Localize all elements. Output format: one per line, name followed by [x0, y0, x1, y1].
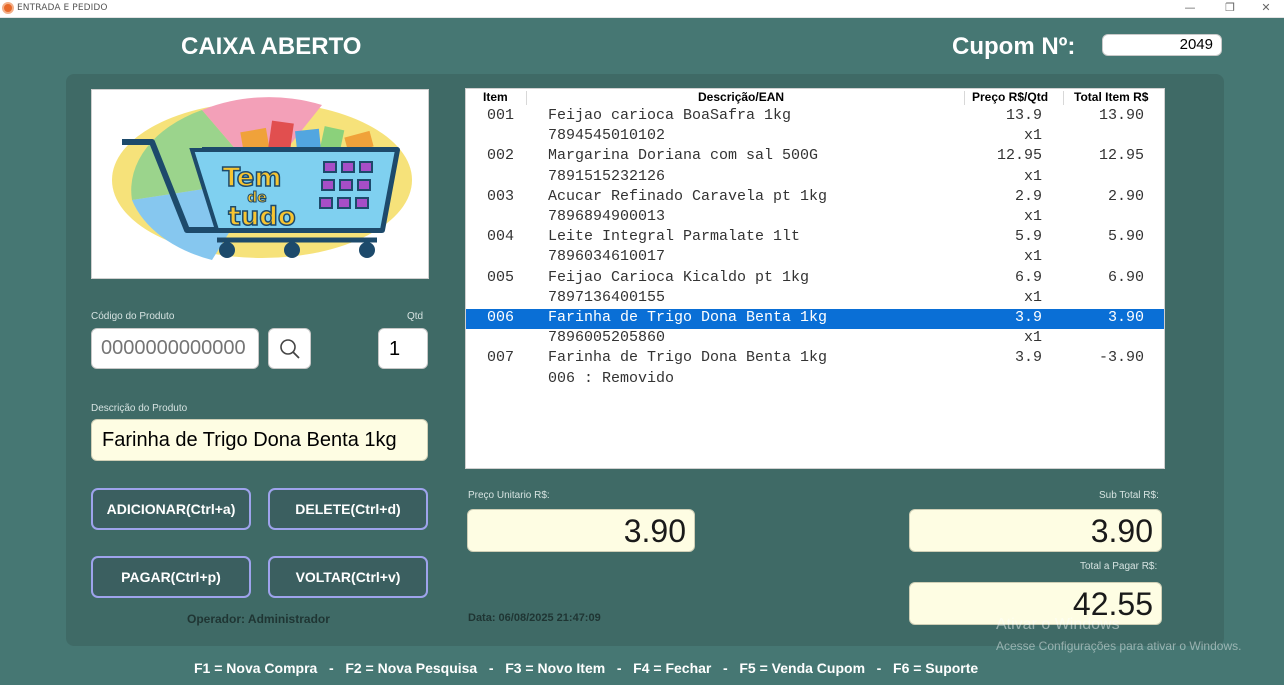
row-price: 3.9 — [1014, 349, 1042, 367]
row-description: 7891515232126 — [548, 167, 666, 185]
row-price: 13.9 — [1005, 107, 1042, 124]
row-price: x1 — [1023, 167, 1042, 185]
preco-unitario-label: Preço Unitario R$: — [468, 490, 550, 501]
row-description: Farinha de Trigo Dona Benta 1kg — [548, 349, 828, 367]
row-price: x1 — [1023, 248, 1042, 266]
subtotal-label: Sub Total R$: — [1099, 490, 1159, 501]
row-item-number: 007 — [487, 349, 515, 367]
table-row-detail[interactable]: 7896034610017 x1 — [466, 248, 1164, 268]
row-price: x1 — [1023, 127, 1042, 145]
search-icon — [280, 339, 300, 359]
date-label: Data: 06/08/2025 21:47:09 — [468, 612, 601, 624]
table-row-detail[interactable]: 006 : Removido — [466, 369, 1164, 390]
row-price: 2.9 — [1014, 187, 1042, 205]
items-header: Item Descrição/EAN Preço R$/Qtd Total It… — [466, 89, 1164, 105]
quantity-input[interactable]: 1 — [378, 328, 428, 369]
table-row[interactable]: 003 Acucar Refinado Caravela pt 1kg 2.9 2.9… — [466, 187, 1164, 208]
row-description: 7896005205860 — [548, 329, 666, 347]
row-price: x1 — [1023, 208, 1042, 225]
window-titlebar: ENTRADA E PEDIDO — ❐ ✕ — [0, 0, 1284, 18]
row-description: Leite Integral Parmalate 1lt — [548, 228, 801, 246]
subtotal-field: 3.90 — [909, 509, 1162, 552]
row-total: 5.90 — [1107, 228, 1144, 246]
row-price: x1 — [1023, 288, 1042, 306]
row-item-number: 001 — [487, 107, 515, 124]
codigo-label: Código do Produto — [91, 311, 175, 322]
window-title: ENTRADA E PEDIDO — [17, 3, 108, 13]
maximize-button[interactable]: ❐ — [1212, 0, 1248, 18]
row-total: 12.95 — [1098, 147, 1144, 165]
logo-text-tem: Tem — [222, 163, 281, 193]
logo-text-tudo: tudo — [228, 202, 295, 232]
table-row-detail[interactable]: 7891515232126 x1 — [466, 167, 1164, 188]
caixa-status-title: CAIXA ABERTO — [181, 33, 362, 60]
delete-button[interactable]: DELETE(Ctrl+d) — [268, 488, 428, 530]
row-total: 13.90 — [1098, 107, 1144, 124]
product-description-field: Farinha de Trigo Dona Benta 1kg — [91, 419, 428, 461]
product-code-input[interactable] — [91, 328, 259, 369]
shortcuts-bar: F1 = Nova Compra - F2 = Nova Pesquisa - … — [194, 660, 979, 676]
row-description: 7894545010102 — [548, 127, 666, 145]
windows-activation-subtitle: Acesse Configurações para ativar o Windo… — [996, 639, 1242, 653]
row-description: 006 : Removido — [548, 369, 675, 387]
row-price: x1 — [1023, 329, 1042, 347]
table-row-detail[interactable]: 7896005205860 x1 — [466, 329, 1164, 349]
total-pagar-label: Total a Pagar R$: — [1080, 561, 1158, 572]
cupom-label: Cupom Nº: — [952, 33, 1076, 60]
operator-label: Operador: Administrador — [187, 612, 330, 626]
row-description: 7896894900013 — [548, 208, 666, 225]
pagar-button[interactable]: PAGAR(Ctrl+p) — [91, 556, 251, 598]
row-item-number: 005 — [487, 268, 515, 286]
adicionar-button[interactable]: ADICIONAR(Ctrl+a) — [91, 488, 251, 530]
row-description: Farinha de Trigo Dona Benta 1kg — [548, 309, 828, 326]
table-row[interactable]: 004 Leite Integral Parmalate 1lt 5.9 5.90 — [466, 228, 1164, 248]
preco-unitario-field: 3.90 — [467, 509, 695, 552]
row-description: Margarina Doriana com sal 500G — [548, 147, 819, 165]
table-row[interactable]: 001 Feijao carioca BoaSafra 1kg 13.9 13.90 — [466, 107, 1164, 127]
windows-activation-title: Ativar o Windows — [996, 616, 1120, 633]
table-row[interactable]: 006 Farinha de Trigo Dona Benta 1kg 3.9 3.9… — [466, 309, 1164, 329]
header-item: Item — [483, 90, 508, 104]
table-row-detail[interactable]: 7894545010102 x1 — [466, 127, 1164, 147]
row-item-number: 003 — [487, 187, 515, 205]
items-list[interactable]: Item Descrição/EAN Preço R$/Qtd Total It… — [465, 88, 1165, 469]
row-description: Acucar Refinado Caravela pt 1kg — [548, 187, 828, 205]
qtd-label: Qtd — [407, 311, 424, 322]
table-row[interactable]: 007 Farinha de Trigo Dona Benta 1kg 3.9 -3.… — [466, 349, 1164, 369]
close-button[interactable]: ✕ — [1248, 0, 1284, 18]
row-price: 3.9 — [1014, 309, 1042, 326]
row-item-number: 004 — [487, 228, 515, 246]
minimize-button[interactable]: — — [1172, 0, 1208, 18]
search-button[interactable] — [268, 328, 311, 369]
row-description: 7896034610017 — [548, 248, 666, 266]
cupom-number-field: 2049 — [1102, 34, 1222, 56]
row-total: -3.90 — [1098, 349, 1144, 367]
header-preco: Preço R$/Qtd — [972, 90, 1049, 104]
voltar-button[interactable]: VOLTAR(Ctrl+v) — [268, 556, 428, 598]
header-total: Total Item R$ — [1074, 90, 1149, 104]
row-item-number: 002 — [487, 147, 515, 165]
row-total: 6.90 — [1107, 268, 1144, 286]
descricao-label: Descrição do Produto — [91, 403, 188, 414]
row-total: 2.90 — [1107, 187, 1144, 205]
header-descricao: Descrição/EAN — [698, 90, 785, 104]
row-price: 12.95 — [996, 147, 1042, 165]
app-icon — [2, 2, 14, 14]
row-item-number: 006 — [487, 309, 515, 326]
table-row[interactable]: 002 Margarina Doriana com sal 500G 12.95 12… — [466, 147, 1164, 167]
row-total: 3.90 — [1107, 309, 1144, 326]
row-description: 7897136400155 — [548, 288, 666, 306]
row-description: Feijao carioca BoaSafra 1kg — [548, 107, 792, 124]
row-description: Feijao Carioca Kicaldo pt 1kg — [548, 268, 810, 286]
table-row[interactable]: 005 Feijao Carioca Kicaldo pt 1kg 6.9 6.90 — [466, 268, 1164, 289]
table-row-detail[interactable]: 7897136400155 x1 — [466, 288, 1164, 309]
row-price: 6.9 — [1014, 268, 1042, 286]
row-price: 5.9 — [1014, 228, 1042, 246]
table-row-detail[interactable]: 7896894900013 x1 — [466, 208, 1164, 228]
store-logo: Tem de tudo — [91, 89, 429, 279]
